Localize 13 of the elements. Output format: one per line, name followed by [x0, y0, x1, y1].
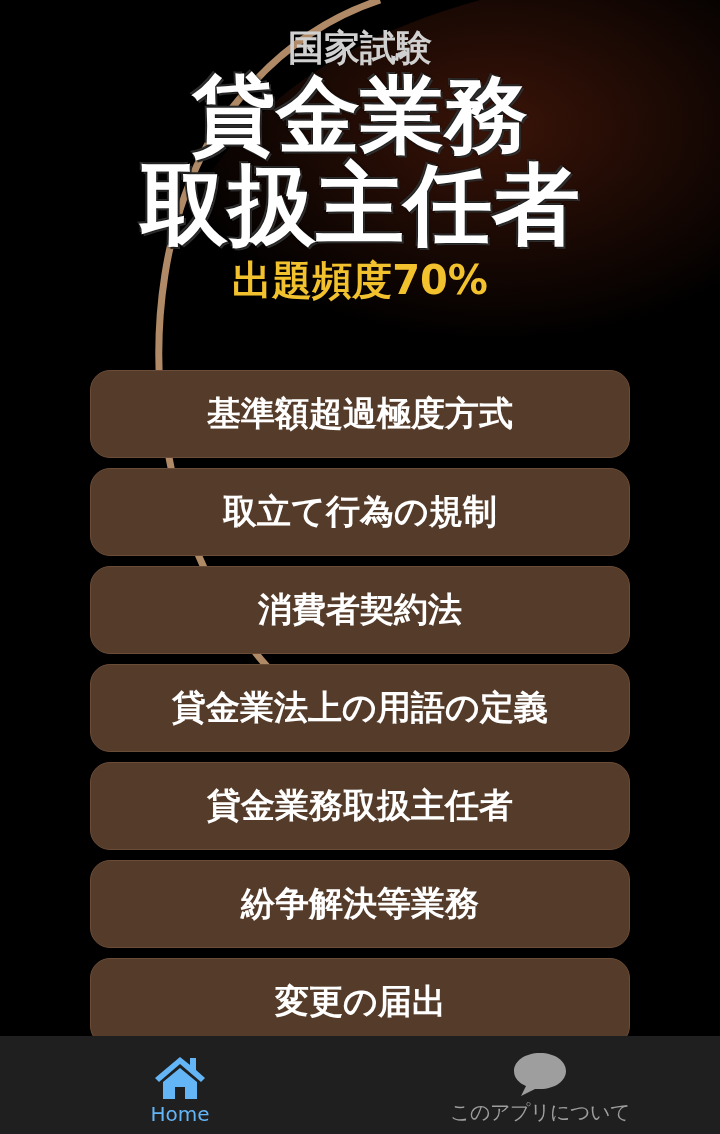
topic-button[interactable]: 貸金業務取扱主任者	[90, 762, 630, 850]
nav-tab[interactable]: このアプリについて	[360, 1036, 720, 1134]
chat-icon	[513, 1051, 567, 1097]
topic-button[interactable]: 紛争解決等業務	[90, 860, 630, 948]
exam-label: 国家試験	[288, 26, 432, 70]
home-icon	[153, 1054, 207, 1100]
topic-button[interactable]: 消費者契約法	[90, 566, 630, 654]
topic-button[interactable]: 貸金業法上の用語の定義	[90, 664, 630, 752]
topic-button[interactable]: 取立て行為の規制	[90, 468, 630, 556]
nav-tab[interactable]: Home	[0, 1036, 360, 1134]
topic-button[interactable]: 変更の届出	[90, 958, 630, 1036]
topic-button[interactable]: 基準額超過極度方式	[90, 370, 630, 458]
frequency-label: 出題頻度70%	[232, 256, 488, 305]
